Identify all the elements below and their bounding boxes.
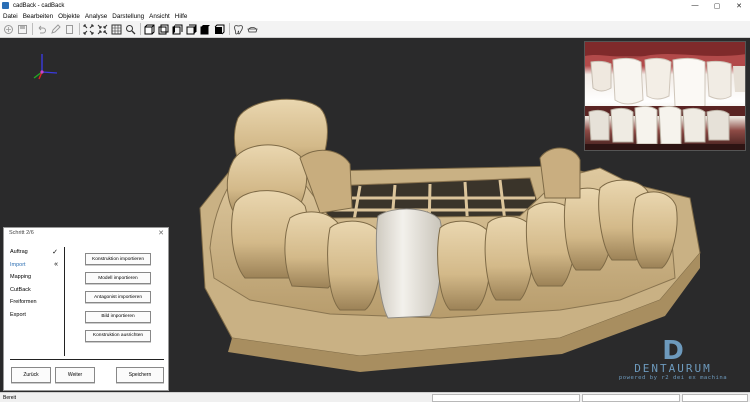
zoom-icon[interactable] [125, 24, 136, 35]
step-label: CutBack [10, 286, 31, 293]
toolbar-separator [229, 23, 230, 35]
logo-letter: D [662, 336, 684, 366]
save-icon[interactable] [17, 24, 28, 35]
menu-bearbeiten[interactable]: Bearbeiten [23, 13, 53, 20]
view-front-icon[interactable] [144, 24, 155, 35]
close-icon[interactable]: ✕ [158, 229, 164, 237]
menu-bar: Datei Bearbeiten Objekte Analyse Darstel… [0, 11, 750, 21]
maximize-button[interactable]: ▢ [706, 0, 728, 11]
menu-datei[interactable]: Datei [3, 13, 18, 20]
erase-icon[interactable] [64, 24, 75, 35]
view-bottom-icon[interactable] [214, 24, 225, 35]
toolbar-separator [140, 23, 141, 35]
view-left-icon[interactable] [172, 24, 183, 35]
view-back-icon[interactable] [158, 24, 169, 35]
status-bar: Bereit [0, 392, 750, 402]
status-panel [582, 394, 680, 402]
reference-photo[interactable] [584, 41, 746, 151]
title-bar: cadBack - cadBack — ▢ ✕ [0, 0, 750, 11]
view-top-icon[interactable] [200, 24, 211, 35]
back-button[interactable]: Zurück [11, 367, 51, 383]
wizard-actions: Konstruktion importieren Modell importie… [85, 253, 151, 349]
toolbar-separator [32, 23, 33, 35]
step-label: Import [10, 261, 26, 268]
wizard-bottom-divider [10, 359, 164, 360]
wizard-title: Schritt 2/6 [9, 230, 34, 236]
open-icon[interactable] [3, 24, 14, 35]
logo-wordmark: DENTAURUM [634, 362, 712, 375]
window-title: cadBack - cadBack [13, 2, 65, 9]
step-freiformen[interactable]: Freiformen [10, 299, 58, 312]
toolbar-separator [79, 23, 80, 35]
checkmark-icon: ✓ [52, 249, 58, 256]
tooth-icon[interactable] [233, 24, 244, 35]
step-import[interactable]: Import « [10, 260, 58, 275]
import-model-button[interactable]: Modell importieren [85, 272, 151, 285]
menu-darstellung[interactable]: Darstellung [112, 13, 144, 20]
wizard-dialog: Schritt 2/6 ✕ Auftrag ✓ Import « Mapping C… [3, 227, 169, 391]
minimize-button[interactable]: — [684, 0, 706, 11]
wizard-divider [64, 247, 65, 356]
status-panel [682, 394, 748, 402]
status-text: Bereit [3, 395, 17, 401]
status-panel [432, 394, 580, 402]
step-mapping[interactable]: Mapping [10, 274, 58, 287]
logo-tagline: powered by r2 dei ex machina [618, 375, 728, 381]
view-right-icon[interactable] [186, 24, 197, 35]
tray-icon[interactable] [247, 24, 258, 35]
fit-view-icon[interactable] [83, 24, 94, 35]
step-auftrag[interactable]: Auftrag ✓ [10, 249, 58, 262]
grid-icon[interactable] [111, 24, 122, 35]
undo-icon[interactable] [36, 24, 47, 35]
dentaurum-logo: D DENTAURUM powered by r2 dei ex machina [600, 336, 746, 381]
step-label: Freiformen [10, 299, 37, 305]
menu-objekte[interactable]: Objekte [58, 13, 80, 20]
menu-analyse[interactable]: Analyse [85, 13, 107, 20]
edit-icon[interactable] [50, 23, 61, 35]
import-antagonist-button[interactable]: Antagonist importieren [85, 291, 151, 304]
step-label: Mapping [10, 274, 32, 280]
menu-ansicht[interactable]: Ansicht [149, 13, 170, 20]
wizard-steps: Auftrag ✓ Import « Mapping CutBack Freifor… [10, 249, 58, 324]
collapse-view-icon[interactable] [97, 24, 108, 35]
close-button[interactable]: ✕ [728, 0, 750, 11]
align-construction-button[interactable]: Konstruktion ausrichten [85, 329, 151, 342]
double-chevron-left-icon: « [54, 260, 58, 268]
import-construction-button[interactable]: Konstruktion importieren [85, 253, 151, 265]
step-export[interactable]: Export [10, 312, 58, 325]
step-label: Auftrag [10, 249, 28, 255]
virtual-crown [375, 208, 443, 319]
import-image-button[interactable]: Bild importieren [85, 310, 151, 323]
step-label: Export [10, 311, 26, 318]
app-icon [2, 2, 9, 9]
step-cutback[interactable]: CutBack [10, 287, 58, 300]
next-button[interactable]: Weiter [55, 367, 95, 383]
toolbar [0, 21, 750, 38]
save-button[interactable]: Speichern [116, 367, 164, 383]
menu-hilfe[interactable]: Hilfe [175, 13, 188, 20]
window-controls: — ▢ ✕ [684, 0, 750, 11]
